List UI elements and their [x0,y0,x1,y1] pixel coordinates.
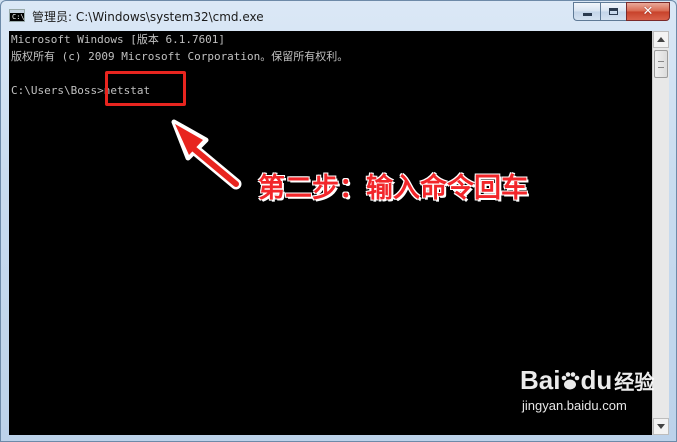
minimize-icon [582,13,592,16]
paw-icon [562,372,580,390]
chevron-up-icon [657,37,665,42]
title-bar[interactable]: C:\ 管理员: C:\Windows\system32\cmd.exe ✕ [1,1,676,31]
console-line: 版权所有 (c) 2009 Microsoft Corporation。保留所有… [11,50,349,63]
baidu-logo-du: du [580,365,613,395]
scroll-up-button[interactable] [653,31,669,48]
command-highlight-box [105,71,186,106]
cmd-icon[interactable]: C:\ [9,9,25,22]
step-annotation: 第二步：输入命令回车 [258,173,528,204]
minimize-button[interactable] [573,2,600,21]
close-button[interactable]: ✕ [626,2,670,21]
baidu-logo-bai: Bai [520,365,561,395]
watermark-url: jingyan.baidu.com [522,398,627,413]
arrow-icon [171,119,242,190]
baidu-logo: Bai du 经验 [520,365,654,397]
baidu-watermark: Bai du 经验 jingyan.baidu.com [520,365,660,425]
maximize-icon [609,8,618,15]
baidu-logo-jingyan: 经验 [614,370,655,394]
maximize-button[interactable] [600,2,626,21]
scroll-thumb[interactable] [654,50,668,78]
console-line: Microsoft Windows [版本 6.1.7601] [11,33,226,46]
window-title: 管理员: C:\Windows\system32\cmd.exe [32,10,264,24]
close-icon: ✕ [642,4,654,19]
window-controls: ✕ [573,2,670,22]
